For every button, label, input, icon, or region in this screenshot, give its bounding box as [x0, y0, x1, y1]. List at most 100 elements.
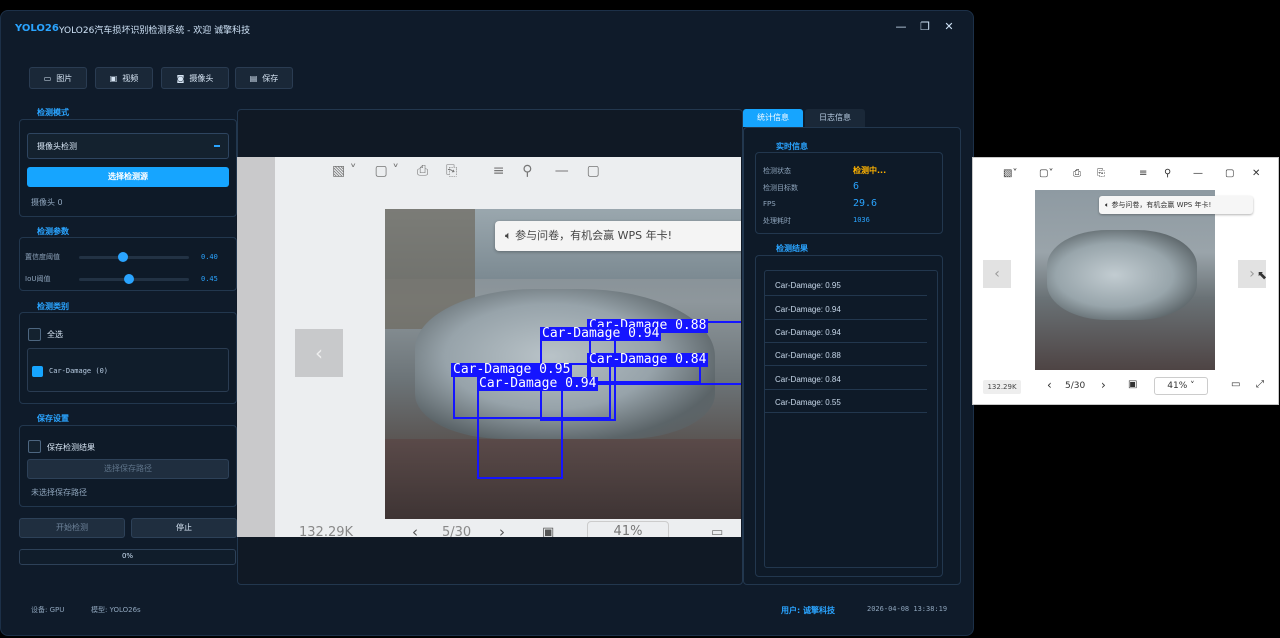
- image-icon: ▭: [43, 73, 52, 83]
- frame-left-edge: [237, 157, 275, 537]
- image-button-label: 图片: [56, 73, 73, 83]
- params-section-title: 检测参数: [37, 227, 69, 236]
- list-item[interactable]: Car-Damage: 0.55: [765, 394, 927, 413]
- viewer-print-icon[interactable]: ⎙: [1073, 168, 1081, 179]
- image-viewer-window: ▧˅ ▢˅ ⎙ ⎘ ≡ ⚲ — ▢ ✕ ‹ › 🔈︎ 参与问卷，有机会赢 WPS…: [972, 157, 1279, 405]
- save-button[interactable]: ▤ 保存: [235, 67, 293, 89]
- class-checkbox-car-damage[interactable]: [32, 366, 43, 377]
- list-item[interactable]: Car-Damage: 0.94: [765, 301, 927, 320]
- fps-value: 29.6: [853, 198, 878, 209]
- survey-popup[interactable]: 🔈︎ 参与问卷，有机会赢 WPS 年卡!: [495, 221, 741, 251]
- minimize-button[interactable]: —: [893, 19, 909, 35]
- viewer-layout-icon[interactable]: ▭: [1231, 379, 1240, 390]
- dropdown-icon: [214, 145, 220, 147]
- viewer-zoom-value: 41%: [1167, 381, 1188, 391]
- viewer-fit-icon[interactable]: ▣: [1128, 379, 1137, 390]
- status-value: 检测中...: [853, 166, 887, 175]
- conf-slider[interactable]: [79, 256, 189, 259]
- camera-button-label: 摄像头: [189, 73, 214, 83]
- captured-prev-icon: ‹: [412, 523, 418, 537]
- conf-value: 0.40: [201, 253, 218, 261]
- captured-footer-page: 5/30: [442, 525, 472, 537]
- image-button[interactable]: ▭ 图片: [29, 67, 87, 89]
- list-item[interactable]: Car-Damage: 0.84: [765, 371, 927, 390]
- camera-index-label: 摄像头 0: [31, 198, 63, 207]
- photo-ground: [385, 439, 741, 519]
- results-title: 检测结果: [776, 244, 808, 253]
- viewer-prev-icon[interactable]: ‹: [983, 260, 1011, 288]
- detection-box: [477, 379, 563, 479]
- list-item[interactable]: Car-Damage: 0.88: [765, 347, 927, 366]
- choose-path-button[interactable]: 选择保存路径: [27, 459, 229, 479]
- list-item[interactable]: Car-Damage: 0.95: [765, 277, 927, 296]
- tab-stats[interactable]: 统计信息: [743, 109, 803, 127]
- video-button-label: 视频: [122, 73, 139, 83]
- select-all-label: 全选: [47, 330, 63, 339]
- viewer-footer-next-icon[interactable]: ›: [1101, 378, 1106, 392]
- save-icon: ▤: [249, 73, 258, 83]
- camera-button[interactable]: ◙ 摄像头: [161, 67, 229, 89]
- viewer-footer-prev-icon[interactable]: ‹: [1047, 378, 1052, 392]
- app-subtitle: YOLO26汽车损坏识别检测系统 - 欢迎 诚擎科技: [59, 26, 251, 36]
- results-panel: Car-Damage: 0.95 Car-Damage: 0.94 Car-Da…: [755, 255, 943, 577]
- save-section-title: 保存设置: [37, 414, 69, 423]
- viewer-tool-icon[interactable]: ▧˅: [1003, 168, 1017, 179]
- device-label: 设备: GPU: [31, 606, 65, 614]
- viewer-survey-popup[interactable]: 🔈︎ 参与问卷，有机会赢 WPS 年卡!: [1099, 196, 1253, 214]
- viewer-minimize-icon[interactable]: —: [1193, 168, 1203, 179]
- prev-image-icon[interactable]: ‹: [295, 329, 343, 377]
- viewer-fullscreen-icon[interactable]: ⤢: [1256, 379, 1264, 390]
- stop-button[interactable]: 停止: [131, 518, 237, 538]
- viewer-crop-icon[interactable]: ▢˅: [1039, 168, 1053, 179]
- viewer-zoom[interactable]: 41% ˅: [1154, 377, 1208, 395]
- iou-slider-handle[interactable]: [123, 274, 134, 284]
- close-button[interactable]: ✕: [941, 19, 957, 35]
- classes-section-title: 检测类别: [37, 302, 69, 311]
- start-detection-button[interactable]: 开始检测: [19, 518, 125, 538]
- viewer-close-icon[interactable]: ✕: [1252, 168, 1260, 179]
- app-window: YOLO26 YOLO26汽车损坏识别检测系统 - 欢迎 诚擎科技 — ❐ ✕ …: [0, 10, 974, 636]
- status-label: 检测状态: [763, 167, 791, 175]
- mode-select-value: 摄像头检测: [37, 142, 77, 151]
- app-title: YOLO26: [15, 23, 59, 34]
- iou-slider[interactable]: [79, 278, 189, 281]
- select-all-checkbox[interactable]: [28, 328, 41, 341]
- captured-next-icon: ›: [499, 523, 505, 537]
- save-result-label: 保存检测结果: [47, 443, 95, 452]
- class-label-car-damage: Car-Damage (0): [49, 367, 109, 375]
- viewer-photo-car: [1047, 230, 1197, 320]
- captured-footer-size: 132.29K: [299, 525, 354, 537]
- list-item[interactable]: Car-Damage: 0.94: [765, 324, 927, 343]
- viewer-size: 132.29K: [983, 380, 1021, 394]
- viewer-maximize-icon[interactable]: ▢: [1225, 168, 1234, 179]
- maximize-button[interactable]: ❐: [917, 19, 933, 35]
- viewer-pin-icon[interactable]: ⚲: [1164, 168, 1171, 179]
- save-result-checkbox[interactable]: [28, 440, 41, 453]
- camera-icon: ◙: [176, 73, 185, 83]
- count-label: 检测目标数: [763, 184, 798, 192]
- preview-frame: ▧ ˅ ▢ ˅ ⎙ ⎘ ≡ ⚲ — ▢ ‹ 🔈︎ 参与问卷，有机会赢 WPS 年…: [237, 157, 741, 537]
- datetime-label: 2026-04-08 13:38:19: [867, 605, 948, 613]
- select-source-button[interactable]: 选择检测源: [27, 167, 229, 187]
- conf-slider-handle[interactable]: [118, 252, 128, 262]
- detection-label: Car-Damage 0.94: [540, 326, 662, 341]
- viewer-menu-icon[interactable]: ≡: [1139, 168, 1147, 179]
- video-button[interactable]: ▣ 视频: [95, 67, 153, 89]
- mode-section-title: 检测模式: [37, 108, 69, 117]
- time-label: 处理耗时: [763, 217, 791, 225]
- count-value: 6: [853, 181, 860, 192]
- mouse-cursor-icon: ⬉: [1257, 268, 1268, 282]
- survey-popup-text: 参与问卷，有机会赢 WPS 年卡!: [515, 229, 673, 242]
- save-button-label: 保存: [262, 73, 279, 83]
- tab-log[interactable]: 日志信息: [805, 109, 865, 127]
- viewer-photo: [1035, 190, 1215, 370]
- progress-bar: 0%: [19, 549, 236, 565]
- iou-value: 0.45: [201, 275, 218, 283]
- viewer-share-icon[interactable]: ⎘: [1097, 168, 1105, 179]
- results-list: Car-Damage: 0.95 Car-Damage: 0.94 Car-Da…: [764, 270, 938, 568]
- mode-select[interactable]: 摄像头检测: [27, 133, 229, 159]
- detection-label: Car-Damage 0.95: [451, 362, 573, 377]
- no-path-label: 未选择保存路径: [31, 488, 87, 497]
- video-icon: ▣: [109, 73, 118, 83]
- captured-toolbar-icons: ▧ ˅ ▢ ˅ ⎙ ⎘ ≡ ⚲ — ▢: [332, 163, 600, 179]
